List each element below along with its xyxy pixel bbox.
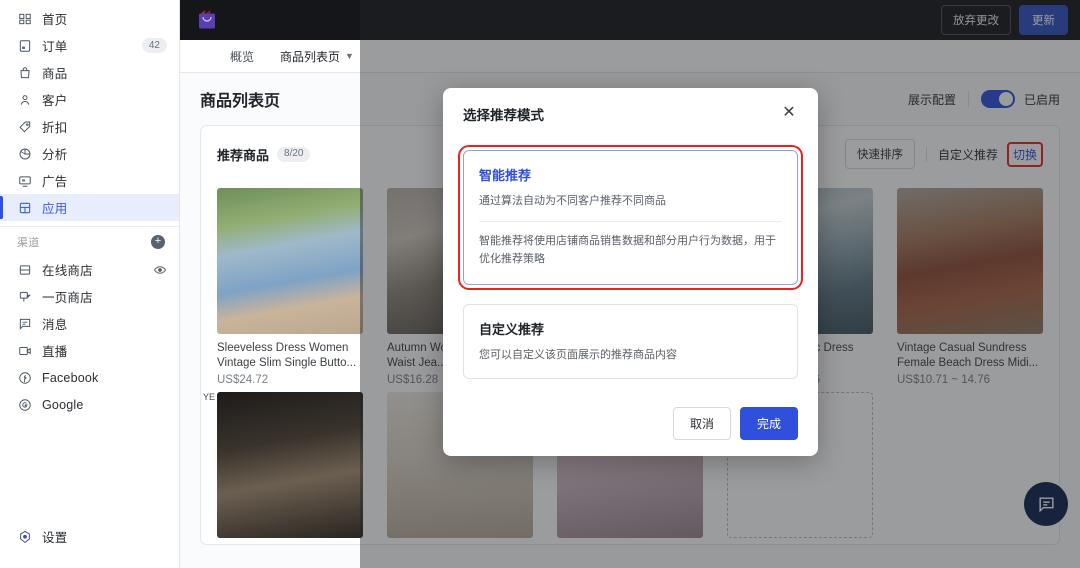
confirm-button[interactable]: 完成 bbox=[740, 407, 798, 440]
option-title: 自定义推荐 bbox=[479, 319, 782, 338]
sidebar-item-label: 商品 bbox=[42, 63, 167, 82]
select-recommend-mode-modal: 选择推荐模式 ✕ 智能推荐通过算法自动为不同客户推荐不同商品智能推荐将使用店铺商… bbox=[443, 88, 818, 456]
sidebar-item-label: 首页 bbox=[42, 9, 167, 28]
sidebar-item-badge: 42 bbox=[142, 38, 167, 53]
option-title: 智能推荐 bbox=[479, 165, 782, 184]
orders-icon bbox=[17, 38, 32, 53]
option-description: 通过算法自动为不同客户推荐不同商品 bbox=[479, 193, 782, 210]
ads-screen-icon bbox=[17, 173, 32, 188]
sidebar-channel-6[interactable]: Google bbox=[0, 391, 179, 418]
row2-mark: YE bbox=[203, 392, 215, 402]
sidebar-item-2[interactable]: 订单 42 bbox=[0, 32, 179, 59]
product-tile[interactable]: Sleeveless Dress Women Vintage Slim Sing… bbox=[217, 188, 363, 386]
message-icon bbox=[17, 316, 32, 331]
close-icon[interactable]: ✕ bbox=[780, 104, 798, 122]
product-price: US$24.72 bbox=[217, 374, 363, 386]
sidebar-section-label: 渠道 bbox=[17, 234, 40, 250]
google-icon bbox=[17, 397, 32, 412]
sidebar-item-label: 广告 bbox=[42, 171, 167, 190]
sidebar-item-label: 应用 bbox=[42, 198, 167, 217]
sidebar-item-label: 折扣 bbox=[42, 117, 167, 136]
live-stream-icon bbox=[17, 343, 32, 358]
option-description: 您可以自定义该页面展示的推荐商品内容 bbox=[479, 347, 782, 364]
sidebar-item-label: 订单 bbox=[42, 36, 132, 55]
sidebar-channel-label: 在线商店 bbox=[42, 260, 143, 279]
product-tile[interactable]: YE bbox=[217, 392, 363, 538]
sidebar-channel-4[interactable]: 直播 bbox=[0, 337, 179, 364]
cancel-button[interactable]: 取消 bbox=[673, 407, 731, 440]
product-thumbnail bbox=[217, 392, 363, 538]
sidebar: 首页订单 42 商品客户折扣分析广告应用 渠道 + 在线商店一页商店消息直播 Face… bbox=[0, 0, 180, 568]
app-root: 首页订单 42 商品客户折扣分析广告应用 渠道 + 在线商店一页商店消息直播 Face… bbox=[0, 0, 1080, 568]
sidebar-channel-3[interactable]: 消息 bbox=[0, 310, 179, 337]
page-title: 商品列表页 bbox=[200, 87, 280, 111]
recommend-mode-options: 智能推荐通过算法自动为不同客户推荐不同商品智能推荐将使用店铺商品销售数据和部分用… bbox=[463, 150, 798, 379]
facebook-icon bbox=[17, 370, 32, 385]
apps-icon bbox=[17, 200, 32, 215]
sidebar-channel-label: 消息 bbox=[42, 314, 167, 333]
sidebar-channel-nav: 在线商店一页商店消息直播 Facebook Google bbox=[0, 256, 179, 418]
tab-label: 商品列表页 bbox=[280, 48, 340, 65]
sidebar-item-7[interactable]: 广告 bbox=[0, 167, 179, 194]
sidebar-channel-label: Google bbox=[42, 398, 167, 412]
modal-header: 选择推荐模式 ✕ bbox=[463, 104, 798, 124]
plus-icon[interactable]: + bbox=[151, 235, 165, 249]
sidebar-bottom: 设置 bbox=[0, 523, 179, 568]
sidebar-item-3[interactable]: 商品 bbox=[0, 59, 179, 86]
recommend-count-badge: 8/20 bbox=[277, 147, 310, 162]
modal-title: 选择推荐模式 bbox=[463, 104, 780, 124]
tab-1[interactable]: 概览 bbox=[230, 48, 254, 65]
sidebar-spacer bbox=[0, 418, 179, 523]
sidebar-item-label: 分析 bbox=[42, 144, 167, 163]
modal-footer: 取消 完成 bbox=[463, 407, 798, 440]
discount-tag-icon bbox=[17, 119, 32, 134]
one-page-store-icon bbox=[17, 289, 32, 304]
analytics-pie-icon bbox=[17, 146, 32, 161]
sidebar-channel-label: Facebook bbox=[42, 371, 167, 385]
products-bag-icon bbox=[17, 65, 32, 80]
sidebar-item-1[interactable]: 首页 bbox=[0, 5, 179, 32]
option-divider bbox=[479, 221, 782, 222]
sidebar-channel-2[interactable]: 一页商店 bbox=[0, 283, 179, 310]
online-store-icon bbox=[17, 262, 32, 277]
sidebar-channel-label: 一页商店 bbox=[42, 287, 167, 306]
gear-icon bbox=[17, 529, 32, 544]
sidebar-channel-1[interactable]: 在线商店 bbox=[0, 256, 179, 283]
sidebar-item-6[interactable]: 分析 bbox=[0, 140, 179, 167]
sidebar-item-settings[interactable]: 设置 bbox=[0, 523, 179, 550]
recommend-card-title: 推荐商品 bbox=[217, 145, 269, 164]
sidebar-item-8[interactable]: 应用 bbox=[0, 194, 179, 221]
sidebar-item-4[interactable]: 客户 bbox=[0, 86, 179, 113]
sidebar-channel-5[interactable]: Facebook bbox=[0, 364, 179, 391]
eye-icon[interactable] bbox=[153, 263, 167, 277]
sidebar-main-nav: 首页订单 42 商品客户折扣分析广告应用 bbox=[0, 5, 179, 221]
shopping-bag-logo bbox=[196, 8, 218, 32]
sidebar-item-label: 设置 bbox=[42, 527, 167, 546]
sidebar-item-5[interactable]: 折扣 bbox=[0, 113, 179, 140]
chevron-down-icon: ▼ bbox=[345, 51, 354, 61]
tab-label: 概览 bbox=[230, 48, 254, 65]
home-icon bbox=[17, 11, 32, 26]
recommend-mode-option-2[interactable]: 自定义推荐您可以自定义该页面展示的推荐商品内容 bbox=[463, 304, 798, 380]
recommend-mode-option-1[interactable]: 智能推荐通过算法自动为不同客户推荐不同商品智能推荐将使用店铺商品销售数据和部分用… bbox=[463, 150, 798, 285]
sidebar-channel-label: 直播 bbox=[42, 341, 167, 360]
tab-2[interactable]: 商品列表页 ▼ bbox=[280, 48, 354, 65]
customers-person-icon bbox=[17, 92, 32, 107]
option-note: 智能推荐将使用店铺商品销售数据和部分用户行为数据，用于优化推荐策略 bbox=[479, 232, 782, 269]
sidebar-section-channels: 渠道 + bbox=[0, 226, 179, 256]
sidebar-item-label: 客户 bbox=[42, 90, 167, 109]
product-name: Sleeveless Dress Women Vintage Slim Sing… bbox=[217, 341, 363, 371]
product-thumbnail bbox=[217, 188, 363, 334]
